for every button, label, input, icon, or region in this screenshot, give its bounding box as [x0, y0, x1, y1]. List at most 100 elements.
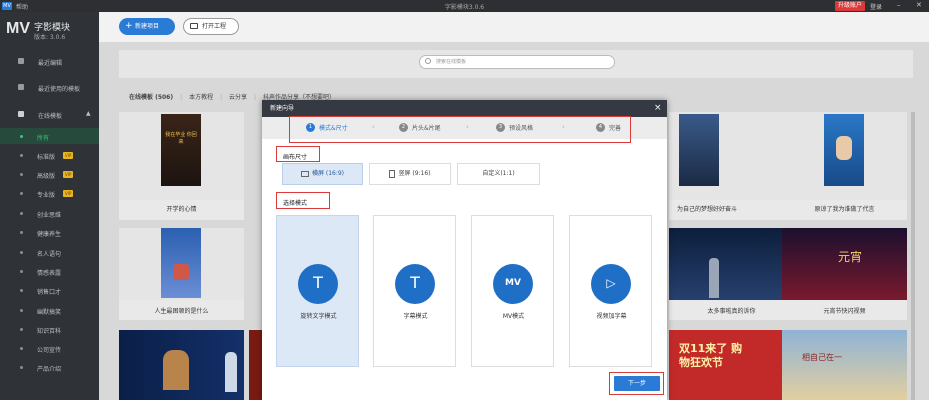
sidebar-subitem[interactable]: 标准版 VIP [0, 147, 99, 163]
sidebar-subitem[interactable]: 名人语句 [0, 244, 99, 260]
template-thumbnail [782, 112, 907, 200]
edit-icon [18, 58, 24, 64]
mode-rotating-text[interactable]: T 旋转文字模式 [276, 215, 359, 367]
poster-image [161, 228, 201, 298]
mode-label: 视频加字幕 [596, 313, 627, 320]
filter-online[interactable]: 在线模板 (506) [129, 94, 173, 101]
minimize-icon[interactable]: – [897, 1, 901, 9]
sidebar-subitem[interactable]: 知识百科 [0, 321, 99, 337]
sidebar-subitem[interactable]: 高级版 VIP [0, 166, 99, 182]
sidebar-item-label: 最近编辑 [38, 60, 63, 67]
scrollbar[interactable] [911, 112, 915, 400]
template-card[interactable]: 为自己的梦想好好奋斗 [669, 112, 794, 220]
bullet-icon [20, 231, 23, 234]
sidebar-subitem-label: 销售口才 [37, 289, 62, 296]
poster-text: 双11来了 购物狂欢节 [679, 342, 743, 369]
brand: MV 字影模块 版本: 3.0.6 [6, 20, 70, 41]
filter-cloud-share[interactable]: 云分享 [229, 94, 247, 101]
template-card[interactable]: 相自己在一 [782, 330, 907, 400]
template-caption: 太多事啦真的诉你 [707, 308, 756, 315]
mode-video-subtitle[interactable]: ▷ 视频加字幕 [569, 215, 652, 367]
bullet-icon [20, 251, 23, 254]
template-thumbnail [669, 228, 794, 300]
window-close-icon[interactable]: ✕ [916, 1, 922, 9]
vip-badge: VIP [63, 171, 74, 178]
sidebar-item-recent-templates[interactable]: 最近使用的模板 [0, 78, 99, 98]
sidebar: MV 字影模块 版本: 3.0.6 最近编辑 最近使用的模板 在线模板 ▲ 所有… [0, 12, 99, 400]
open-project-button[interactable]: 打开工程 [183, 18, 239, 35]
ratio-label: 横屏 (16:9) [311, 170, 345, 177]
sidebar-subitem[interactable]: 健康养生 [0, 224, 99, 240]
window-title: 字影模块3.0.6 [444, 4, 485, 11]
upgrade-account-button[interactable]: 升级账户 [835, 1, 866, 11]
bullet-icon [20, 309, 23, 312]
bullet-icon [20, 154, 23, 157]
template-caption: 开学的心情 [166, 206, 197, 213]
search-area: 搜索在线模板 [119, 50, 913, 78]
sidebar-subitem[interactable]: 公司宣传 [0, 340, 99, 356]
chevron-up-icon: ▲ [86, 110, 91, 117]
list-icon [18, 111, 24, 117]
ratio-label: 自定义(1:1) [482, 170, 515, 177]
sidebar-subitem[interactable]: 产品介绍 [0, 359, 99, 375]
template-card[interactable]: 人生最困顿的是什么 [119, 228, 244, 320]
poster-image: 我在毕业 你回来 [161, 114, 201, 186]
wizard-header: 新建向导 × [262, 100, 667, 117]
portrait-icon [389, 169, 396, 178]
sidebar-subitem[interactable]: 销售口才 [0, 282, 99, 298]
poster-image [679, 114, 719, 186]
sidebar-subitem-label: 专业版 [37, 192, 56, 199]
sidebar-subitem[interactable]: 幽默搞笑 [0, 302, 99, 318]
sidebar-subitem-label: 创业思维 [37, 212, 62, 219]
login-link[interactable]: 登录 [870, 2, 882, 11]
mode-glyph: ▷ [606, 276, 616, 290]
template-card[interactable]: 双11来了 购物狂欢节 [669, 330, 794, 400]
sidebar-subitem-label: 高级版 [37, 173, 56, 180]
template-card[interactable]: 我在毕业 你回来 开学的心情 [119, 112, 244, 220]
sidebar-item-recent-edit[interactable]: 最近编辑 [0, 52, 99, 72]
vip-badge: VIP [63, 152, 74, 159]
mode-mv[interactable]: MV MV模式 [471, 215, 554, 367]
mode-glyph: T [410, 273, 420, 292]
bullet-icon [20, 192, 23, 195]
mode-glyph: MV [505, 278, 521, 288]
template-thumbnail [119, 228, 244, 300]
mode-glyph: T [313, 273, 323, 292]
mode-label: 字幕模式 [403, 313, 428, 320]
search-input[interactable]: 搜索在线模板 [419, 55, 615, 69]
new-project-button[interactable]: + 新建项目 [119, 18, 175, 35]
open-project-label: 打开工程 [202, 23, 227, 30]
sidebar-subitem[interactable]: 所有 [0, 128, 99, 144]
bullet-icon [20, 328, 23, 331]
sidebar-subitem[interactable]: 专业版 VIP [0, 185, 99, 201]
ratio-portrait-option[interactable]: 竖屏 (9:16) [369, 163, 451, 185]
cartoon-figure [173, 264, 189, 280]
sidebar-subitem[interactable]: 创业思维 [0, 205, 99, 221]
ratio-custom-option[interactable]: 自定义(1:1) [457, 163, 540, 185]
mode-subtitle[interactable]: T 字幕模式 [373, 215, 456, 367]
sidebar-item-label: 最近使用的模板 [38, 86, 81, 93]
template-icon [18, 84, 24, 90]
sidebar-subitem-label: 健康养生 [37, 231, 62, 238]
ratio-label: 竖屏 (9:16) [398, 170, 431, 177]
cartoon-figures [163, 350, 189, 390]
person-figure [836, 136, 852, 160]
title-bar: MV 帮助 字影模块3.0.6 升级账户 登录 – ✕ [0, 0, 929, 12]
template-card[interactable] [119, 330, 244, 400]
ratio-landscape-option[interactable]: 横屏 (16:9) [282, 163, 363, 185]
template-card[interactable]: 太多事啦真的诉你 [669, 228, 794, 320]
close-icon[interactable]: × [654, 100, 662, 117]
template-card[interactable]: 元宵 元宵节快闪视频 [782, 228, 907, 320]
sidebar-subitem-label: 知识百科 [37, 328, 62, 335]
filter-tutorial[interactable]: 本方教程 [189, 94, 213, 101]
highlight-next [609, 372, 664, 395]
poster-text: 我在毕业 你回来 [165, 132, 197, 145]
bullet-icon [20, 347, 23, 350]
version-label: 版本: 3.0.6 [34, 34, 66, 41]
sidebar-item-label: 在线模板 [38, 113, 63, 120]
template-card[interactable]: 原谅了我为谁做了代言 [782, 112, 907, 220]
mv-icon: MV [493, 264, 533, 304]
sidebar-item-online-templates[interactable]: 在线模板 ▲ [0, 105, 99, 125]
sidebar-subitem[interactable]: 情感表露 [0, 263, 99, 279]
highlight-steps [289, 116, 631, 143]
